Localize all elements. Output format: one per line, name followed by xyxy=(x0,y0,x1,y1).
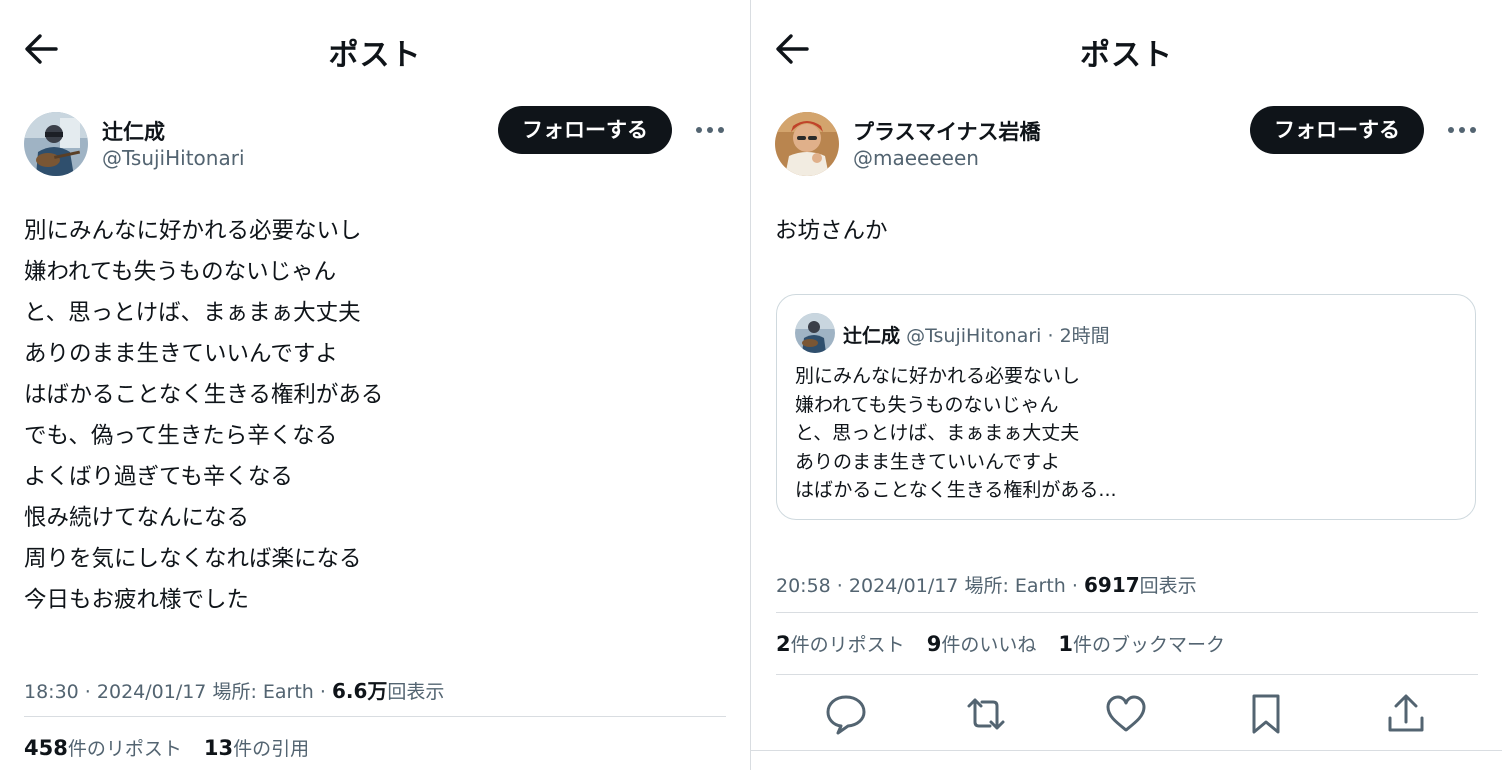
post-text: お坊さんか xyxy=(775,218,888,244)
divider xyxy=(24,716,726,717)
post-location: 場所: Earth xyxy=(212,681,314,703)
post-text: 別にみんなに好かれる必要ないし 嫌われても失うものないじゃん と、思っとけば、ま… xyxy=(24,218,384,613)
repost-icon[interactable] xyxy=(964,692,1008,736)
avatar[interactable] xyxy=(24,112,88,176)
like-count-link[interactable]: 9件のいいね xyxy=(926,632,1037,656)
quoted-post-header: 辻仁成 @TsujiHitonari · 2時間 xyxy=(843,325,1110,347)
like-icon[interactable] xyxy=(1104,692,1148,736)
bookmark-icon[interactable] xyxy=(1244,692,1288,736)
top-bar: ポスト xyxy=(751,0,1502,96)
post-author: プラスマイナス岩橋 @maeeeeen フォローする xyxy=(775,106,1478,178)
author-handle[interactable]: @maeeeeen xyxy=(853,146,979,170)
stat-count: 1 xyxy=(1058,632,1073,656)
post-meta: 20:58 · 2024/01/17 場所: Earth · 6917回表示 xyxy=(776,573,1197,597)
bookmark-count-link[interactable]: 1件のブックマーク xyxy=(1058,632,1226,656)
quoted-post-time: 2時間 xyxy=(1059,325,1110,347)
author-name[interactable]: プラスマイナス岩橋 xyxy=(853,116,1041,146)
post-author: 辻仁成 @TsujiHitonari フォローする xyxy=(24,106,726,178)
quoted-avatar xyxy=(795,313,835,353)
post-stats: 458件のリポスト 13件の引用 xyxy=(24,734,325,761)
views-count: 6.6万 xyxy=(331,679,388,703)
divider xyxy=(751,750,1502,751)
repost-count-link[interactable]: 2件のリポスト xyxy=(776,632,905,656)
follow-button[interactable]: フォローする xyxy=(498,106,672,154)
reply-icon[interactable] xyxy=(824,692,868,736)
quote-count-link[interactable]: 13件の引用 xyxy=(203,736,310,760)
post-meta: 18:30 · 2024/01/17 場所: Earth · 6.6万回表示 xyxy=(24,679,445,703)
page-title: ポスト xyxy=(1080,38,1173,73)
repost-count-link[interactable]: 458件のリポスト xyxy=(24,736,182,760)
quoted-post-card[interactable]: 辻仁成 @TsujiHitonari · 2時間 別にみんなに好かれる必要ないし… xyxy=(776,294,1476,520)
post-stats: 2件のリポスト 9件のいいね 1件のブックマーク xyxy=(776,630,1241,657)
stat-label: 件の引用 xyxy=(233,738,310,760)
page-title: ポスト xyxy=(328,38,422,73)
views-label: 回表示 xyxy=(1139,575,1197,597)
stat-label: 件のいいね xyxy=(941,634,1037,656)
divider xyxy=(776,674,1478,675)
quoted-author-handle: @TsujiHitonari xyxy=(906,325,1042,347)
post-date[interactable]: 2024/01/17 xyxy=(849,575,959,597)
author-handle[interactable]: @TsujiHitonari xyxy=(102,146,245,170)
share-icon[interactable] xyxy=(1384,692,1428,736)
post-time[interactable]: 18:30 xyxy=(24,681,79,703)
post-pane-left: ポスト 辻仁成 @TsujiHitonari フォローする 別にみんなに好かれる… xyxy=(0,0,751,770)
follow-button[interactable]: フォローする xyxy=(1250,106,1424,154)
avatar[interactable] xyxy=(775,112,839,176)
quoted-post-text: 別にみんなに好かれる必要ないし 嫌われても失うものないじゃん と、思っとけば、ま… xyxy=(795,365,1117,501)
more-options-icon[interactable] xyxy=(694,120,726,140)
post-location: 場所: Earth xyxy=(964,575,1066,597)
more-options-icon[interactable] xyxy=(1446,120,1478,140)
action-bar xyxy=(751,682,1502,748)
stat-label: 件のリポスト xyxy=(790,634,905,656)
stat-count: 458 xyxy=(24,736,68,760)
views-label: 回表示 xyxy=(387,681,445,703)
author-name[interactable]: 辻仁成 xyxy=(102,116,165,146)
post-time[interactable]: 20:58 xyxy=(776,575,831,597)
views-count: 6917 xyxy=(1083,573,1140,597)
stat-count: 2 xyxy=(776,632,791,656)
quoted-author-name: 辻仁成 xyxy=(843,325,901,347)
divider xyxy=(776,612,1478,613)
stat-label: 件のリポスト xyxy=(67,738,182,760)
post-date[interactable]: 2024/01/17 xyxy=(97,681,207,703)
stat-count: 13 xyxy=(203,736,234,760)
stat-count: 9 xyxy=(926,632,942,656)
stat-label: 件のブックマーク xyxy=(1073,634,1226,656)
top-bar: ポスト xyxy=(0,0,750,96)
